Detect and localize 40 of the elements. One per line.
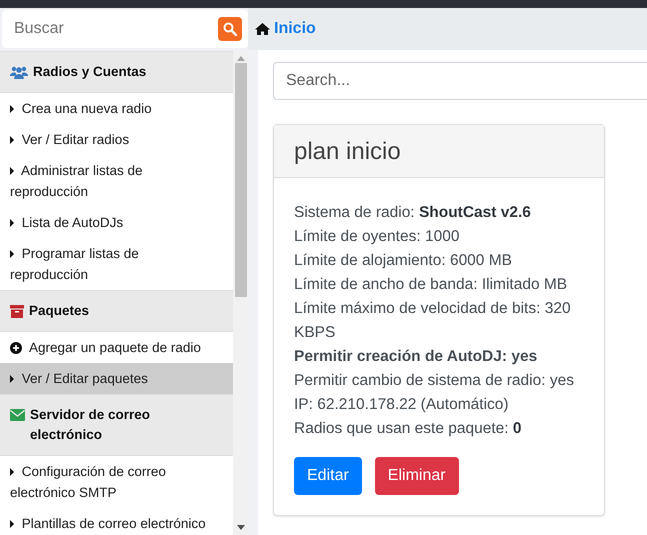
section-title: Paquetes (29, 302, 90, 320)
plan-detail: Límite máximo de velocidad de bits: 320 KBPS (294, 299, 572, 343)
plan-detail: Límite de oyentes: 1000 (294, 227, 460, 247)
plan-detail: Radios que usan este paquete: 0 (294, 419, 523, 439)
scroll-down-arrow-icon[interactable] (236, 525, 244, 530)
plan-detail: Sistema de radio: ShoutCast v2.6 (294, 203, 532, 223)
caret-icon (10, 375, 14, 384)
caret-icon (10, 136, 14, 144)
section-header[interactable]: Servidor de correo electrónico (0, 394, 233, 456)
search-icon (223, 22, 237, 36)
plan-detail: Límite de ancho de banda: Ilimitado MB (294, 275, 568, 295)
section-title: Servidor de correo electrónico (30, 406, 152, 444)
plan-detail: Permitir creación de AutoDJ: yes (294, 347, 538, 367)
section-title: Radios y Cuentas (33, 63, 146, 81)
section-header[interactable]: Paquetes (0, 290, 233, 332)
delete-button[interactable]: Eliminar (374, 457, 459, 495)
home-icon (255, 23, 270, 35)
search-bar[interactable]: Buscar (2, 10, 248, 48)
sidebar-item[interactable]: Ver / Editar paquetes (0, 363, 233, 394)
archive-box-icon (10, 305, 24, 318)
users-icon (10, 66, 28, 79)
section-header[interactable]: Radios y Cuentas (0, 51, 233, 93)
plan-detail: Permitir cambio de sistema de radio: yes (294, 371, 575, 391)
search-field[interactable]: Search... (273, 62, 647, 100)
caret-icon (10, 219, 14, 228)
scroll-up-arrow-icon[interactable] (236, 56, 244, 61)
edit-button[interactable]: Editar (294, 457, 362, 495)
plan-detail: Límite de alojamiento: 6000 MB (294, 251, 513, 271)
caret-icon (10, 167, 14, 176)
caret-icon (10, 250, 14, 258)
card-title: plan inicio (274, 125, 604, 178)
scrollbar[interactable] (233, 51, 248, 535)
caret-icon (10, 468, 14, 476)
plus-circle-icon (10, 342, 22, 354)
search-button[interactable] (218, 17, 242, 41)
plan-detail: IP: 62.210.178.22 (Automático) (294, 395, 510, 415)
search-field[interactable]: Buscar (12, 19, 218, 39)
caret-icon (10, 520, 14, 528)
envelope-icon (10, 409, 25, 421)
caret-icon (10, 105, 14, 114)
